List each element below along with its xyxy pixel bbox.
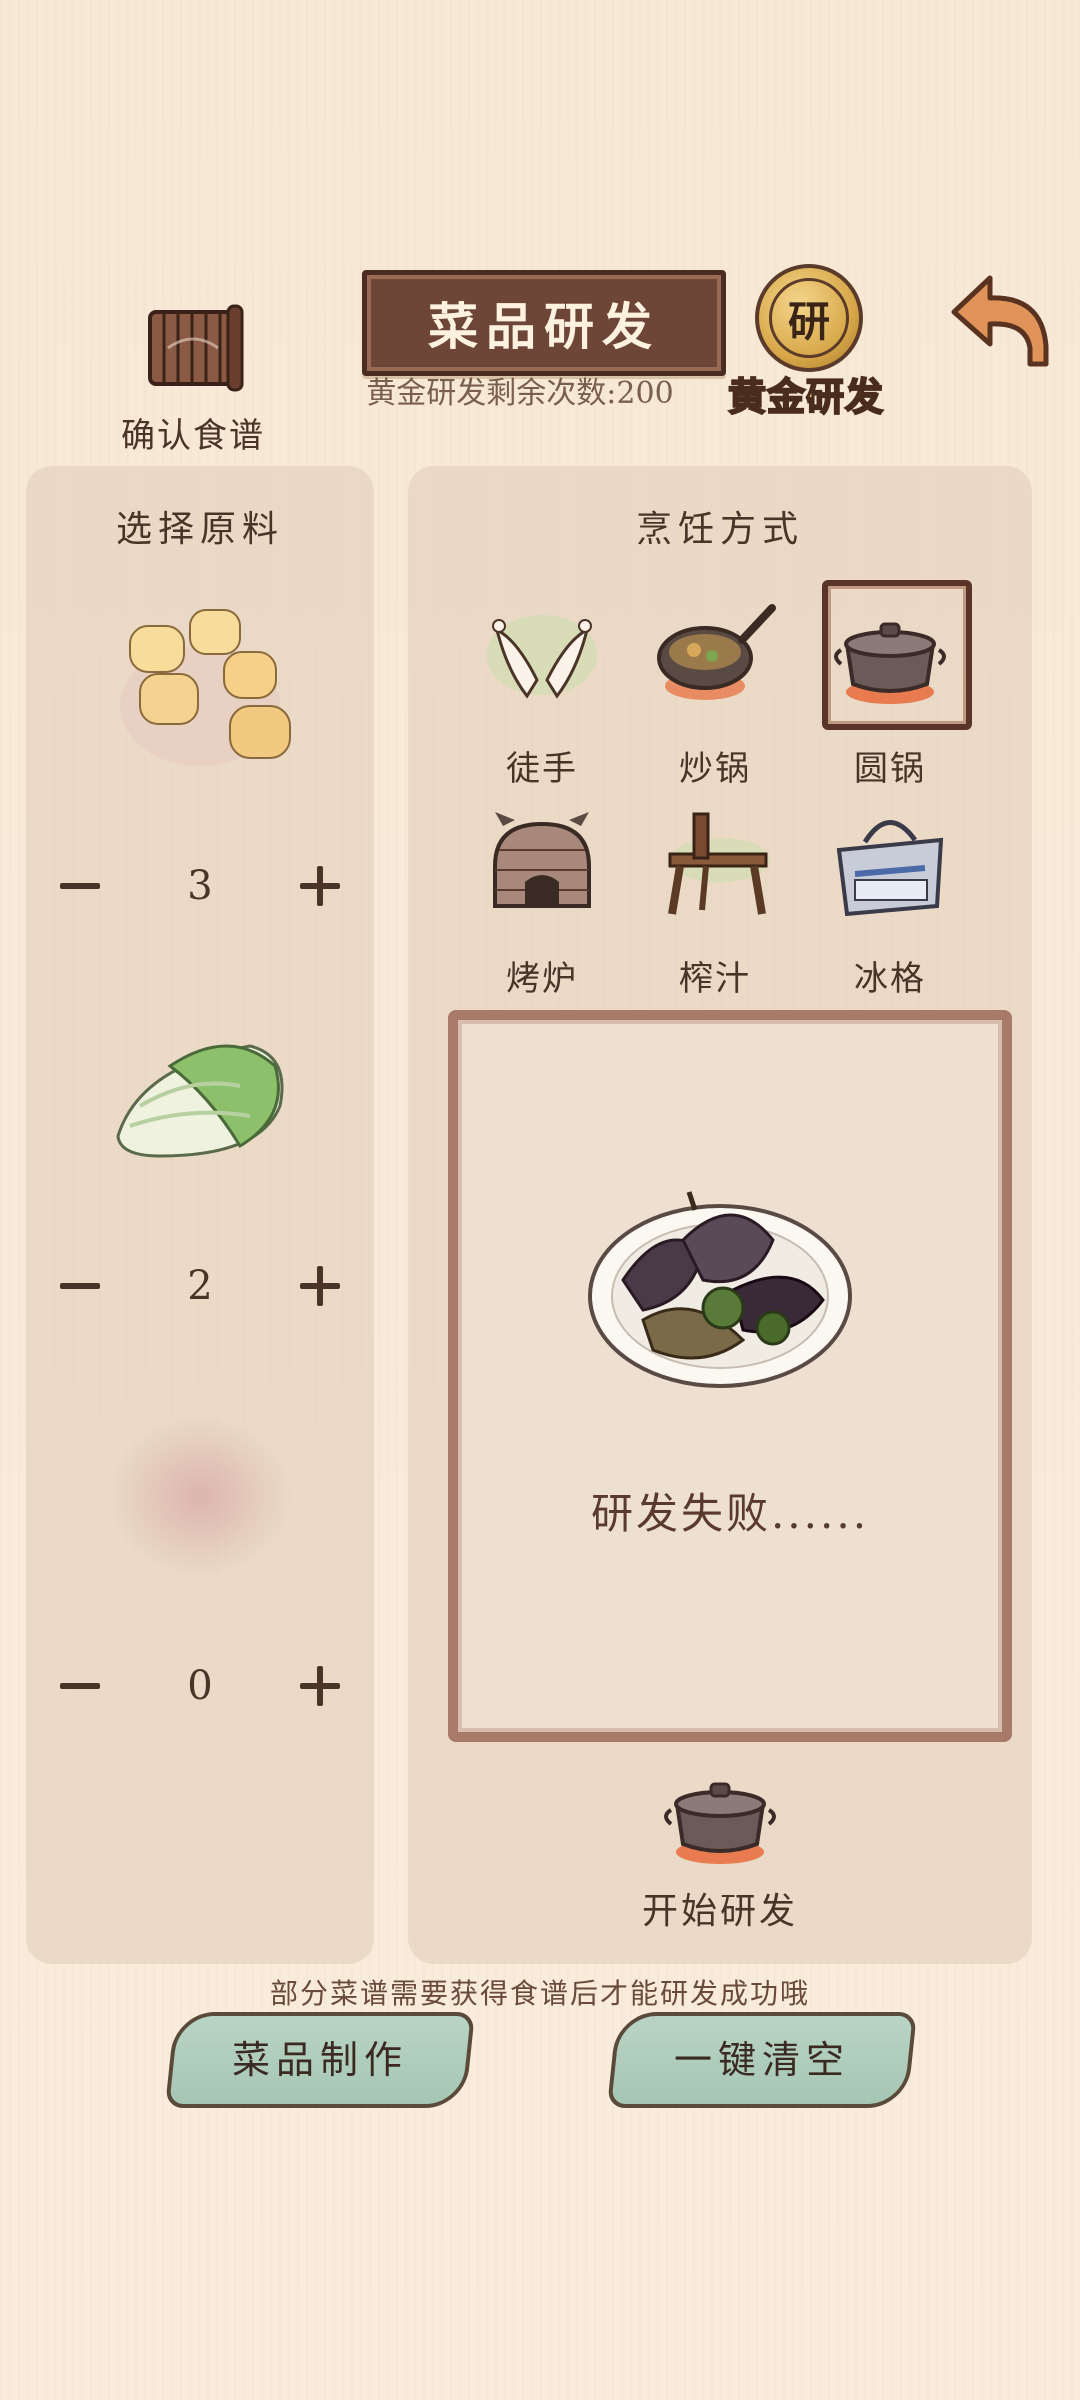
clear-all-label: 一键清空 xyxy=(673,2038,850,2082)
failed-dish-icon xyxy=(588,1191,852,1388)
ingredient-slot-2[interactable] xyxy=(100,1006,300,1186)
method-ice-box[interactable]: 冰格 xyxy=(805,810,975,1000)
ingredient-1-stepper: 3 xyxy=(50,856,350,916)
confirm-recipe-label: 确认食谱 xyxy=(121,416,265,456)
start-research-button[interactable]: 开始研发 xyxy=(620,1760,820,1932)
method-label: 炒锅 xyxy=(679,749,751,789)
method-label: 榨汁 xyxy=(679,959,751,999)
hands-icon xyxy=(487,615,597,699)
method-oven[interactable]: 烤炉 xyxy=(457,810,627,1000)
wok-icon xyxy=(657,604,776,700)
empty-slot-icon xyxy=(110,1416,290,1576)
cooking-panel-title: 烹饪方式 xyxy=(635,509,804,550)
round-pot-icon xyxy=(664,1782,776,1864)
bamboo-scroll-icon xyxy=(148,304,244,392)
oven-icon xyxy=(493,812,591,908)
clear-all-button[interactable]: 一键清空 xyxy=(606,2012,918,2108)
method-bare-hands[interactable]: 徒手 xyxy=(457,600,627,790)
ice-box-icon xyxy=(836,820,944,917)
ingredient-panel: 选择原料 3 2 0 xyxy=(26,466,374,1964)
page-title: 菜品研发 xyxy=(362,270,726,376)
ingredient-3-plus-button[interactable] xyxy=(290,1656,350,1716)
ingredient-slot-3[interactable] xyxy=(100,1406,300,1586)
round-pot-icon xyxy=(834,622,946,704)
method-juicer[interactable]: 榨汁 xyxy=(630,810,800,1000)
method-label: 冰格 xyxy=(854,959,926,999)
ingredient-3-stepper: 0 xyxy=(50,1656,350,1716)
result-display: 研发失败...... xyxy=(448,1010,1012,1742)
confirm-recipe-button[interactable]: 确认食谱 xyxy=(108,298,278,458)
ingredient-2-plus-button[interactable] xyxy=(290,1256,350,1316)
result-message: 研发失败...... xyxy=(590,1489,870,1538)
make-dish-button[interactable]: 菜品制作 xyxy=(164,2012,476,2108)
cabbage-icon xyxy=(116,1044,284,1158)
gold-research-button[interactable]: 研 黄金研发 xyxy=(722,262,890,420)
method-round-pot[interactable]: 圆锅 xyxy=(805,580,975,790)
method-label: 圆锅 xyxy=(854,749,926,789)
gold-remaining-count: 黄金研发剩余次数:200 xyxy=(366,376,674,411)
gold-coin-glyph: 研 xyxy=(769,278,849,358)
ingredient-1-quantity: 3 xyxy=(187,863,213,909)
ingredient-2-minus-button[interactable] xyxy=(50,1256,110,1316)
hint-text: 部分菜谱需要获得食谱后才能研发成功哦 xyxy=(269,1977,810,2010)
scallop-icon xyxy=(120,609,291,766)
ingredient-1-plus-button[interactable] xyxy=(290,856,350,916)
method-label: 烤炉 xyxy=(506,959,578,999)
gold-research-label: 黄金研发 xyxy=(727,373,884,420)
ingredient-2-stepper: 2 xyxy=(50,1256,350,1316)
back-arrow-icon xyxy=(951,275,1049,367)
ingredient-1-minus-button[interactable] xyxy=(50,856,110,916)
ingredient-slot-1[interactable] xyxy=(100,596,300,776)
ingredient-2-quantity: 2 xyxy=(187,1263,213,1309)
juicer-icon xyxy=(668,812,770,915)
ingredient-3-minus-button[interactable] xyxy=(50,1656,110,1716)
ingredient-3-quantity: 0 xyxy=(187,1663,213,1709)
method-wok[interactable]: 炒锅 xyxy=(630,600,800,790)
make-dish-label: 菜品制作 xyxy=(231,2038,408,2082)
gold-coin-icon: 研 xyxy=(755,264,863,372)
start-research-label: 开始研发 xyxy=(641,1891,798,1932)
page-title-text: 菜品研发 xyxy=(428,297,660,356)
ingredient-panel-title: 选择原料 xyxy=(115,509,284,550)
method-label: 徒手 xyxy=(506,749,578,789)
back-button[interactable] xyxy=(946,268,1056,374)
